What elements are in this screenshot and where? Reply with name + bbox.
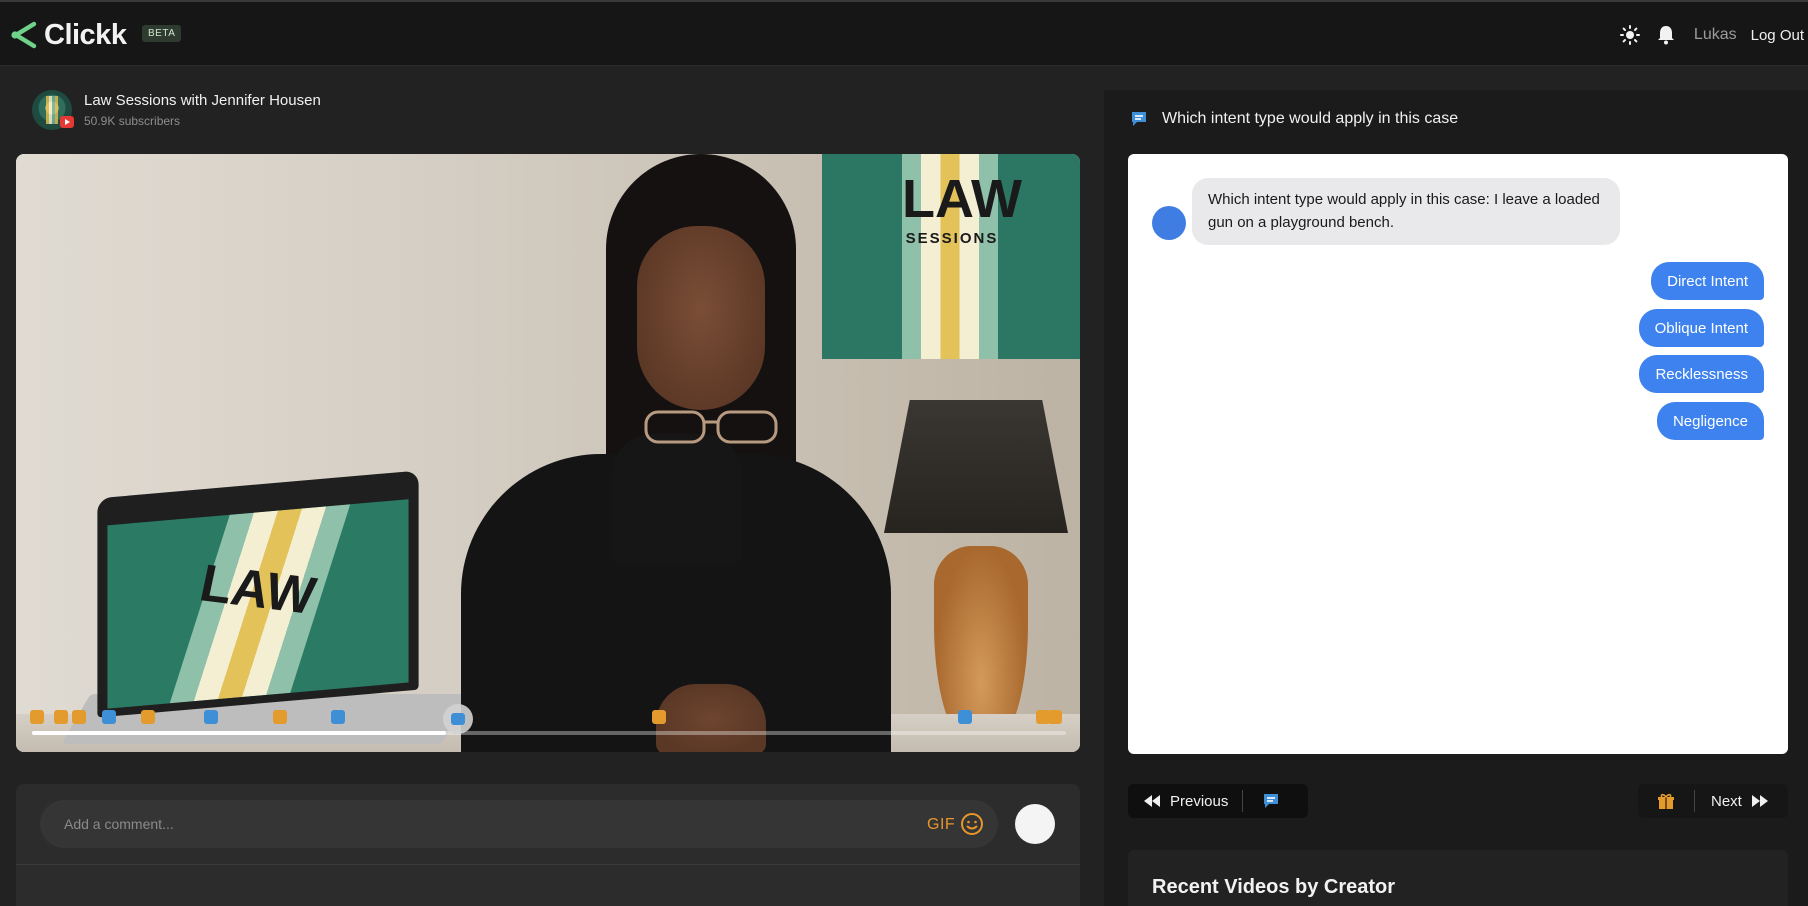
recent-videos-title: Recent Videos by Creator	[1152, 876, 1396, 898]
previous-label: Previous	[1170, 792, 1229, 810]
channel-name[interactable]: Law Sessions with Jennifer Housen	[84, 92, 321, 109]
chat-marker-icon[interactable]	[102, 710, 116, 724]
chat-bubble-icon	[1132, 112, 1146, 126]
bot-avatar	[1152, 206, 1186, 240]
chat-bubble-icon	[1264, 794, 1279, 808]
wall-poster: LAW SESSIONS	[822, 154, 1080, 359]
fast-forward-icon	[1751, 795, 1768, 807]
glasses-graphic	[644, 410, 778, 444]
chat-marker-icon[interactable]	[958, 710, 972, 724]
beta-badge: BETA	[142, 25, 182, 42]
quiz-nav-right: Next	[1638, 784, 1788, 818]
brand-logo[interactable]: Clickk	[10, 18, 127, 52]
user-avatar-button[interactable]	[1015, 804, 1055, 844]
chat-marker-icon[interactable]	[204, 710, 218, 724]
rewind-icon	[1144, 795, 1160, 807]
video-player[interactable]: LAW SESSIONS LAW	[16, 154, 1080, 752]
gift-marker-icon[interactable]	[72, 710, 86, 724]
timeline-markers	[30, 710, 1070, 730]
youtube-icon	[60, 116, 74, 128]
presenter-face	[637, 226, 765, 410]
logout-button[interactable]: Log Out	[1751, 27, 1804, 44]
gift-icon	[1658, 793, 1674, 809]
quiz-panel: Which intent type would apply in this ca…	[1104, 90, 1808, 906]
emoji-icon[interactable]	[960, 812, 984, 836]
gif-button[interactable]: GIF	[927, 816, 955, 834]
subscriber-count: 50.9K subscribers	[84, 114, 181, 128]
quiz-title: Which intent type would apply in this ca…	[1162, 110, 1459, 127]
answer-negligence[interactable]: Negligence	[1656, 402, 1764, 440]
laptop-screen: LAW	[97, 470, 419, 718]
gift-button[interactable]	[1638, 784, 1694, 818]
question-bubble: Which intent type would apply in this ca…	[1192, 178, 1620, 245]
answer-direct-intent[interactable]: Direct Intent	[1651, 262, 1764, 300]
gift-marker-icon[interactable]	[54, 710, 68, 724]
answer-oblique-intent[interactable]: Oblique Intent	[1638, 309, 1764, 347]
chat-button[interactable]	[1243, 784, 1299, 818]
poster-text: LAW	[902, 169, 1022, 229]
poster-subtext: SESSIONS	[905, 230, 999, 247]
bell-icon	[1657, 26, 1674, 45]
gift-marker-icon[interactable]	[273, 710, 287, 724]
divider	[16, 864, 1080, 865]
notifications-button[interactable]	[1648, 17, 1684, 53]
gift-marker-icon[interactable]	[1048, 710, 1062, 724]
quiz-header: Which intent type would apply in this ca…	[1130, 110, 1458, 128]
previous-button[interactable]: Previous	[1128, 784, 1242, 818]
channel-info: Law Sessions with Jennifer Housen 50.9K …	[32, 90, 632, 130]
brand-name: Clickk	[44, 18, 127, 51]
answer-recklessness[interactable]: Recklessness	[1639, 355, 1764, 393]
gift-marker-icon[interactable]	[30, 710, 44, 724]
chat-card: Which intent type would apply in this ca…	[1128, 154, 1788, 754]
clickk-logo-icon	[11, 21, 37, 49]
presenter-turtleneck	[612, 434, 742, 564]
nav-right: Lukas Log Out	[1612, 2, 1804, 68]
sun-icon	[1619, 25, 1640, 45]
comment-panel: GIF	[16, 784, 1080, 906]
chat-marker-icon	[451, 713, 465, 725]
next-label: Next	[1711, 792, 1742, 810]
gift-marker-icon[interactable]	[141, 710, 155, 724]
gift-marker-icon[interactable]	[652, 710, 666, 724]
chat-marker-icon[interactable]	[331, 710, 345, 724]
quiz-nav-left: Previous	[1128, 784, 1308, 818]
next-button[interactable]: Next	[1695, 784, 1782, 818]
lamp-shade	[884, 400, 1068, 533]
user-name[interactable]: Lukas	[1694, 26, 1737, 44]
recent-videos-section: Recent Videos by Creator	[1128, 850, 1788, 906]
video-progress	[32, 731, 446, 735]
comment-input[interactable]	[40, 800, 998, 848]
timeline-scrubber[interactable]	[443, 704, 473, 734]
theme-toggle-button[interactable]	[1612, 17, 1648, 53]
top-nav: Clickk BETA Lukas Log Out	[0, 0, 1808, 66]
